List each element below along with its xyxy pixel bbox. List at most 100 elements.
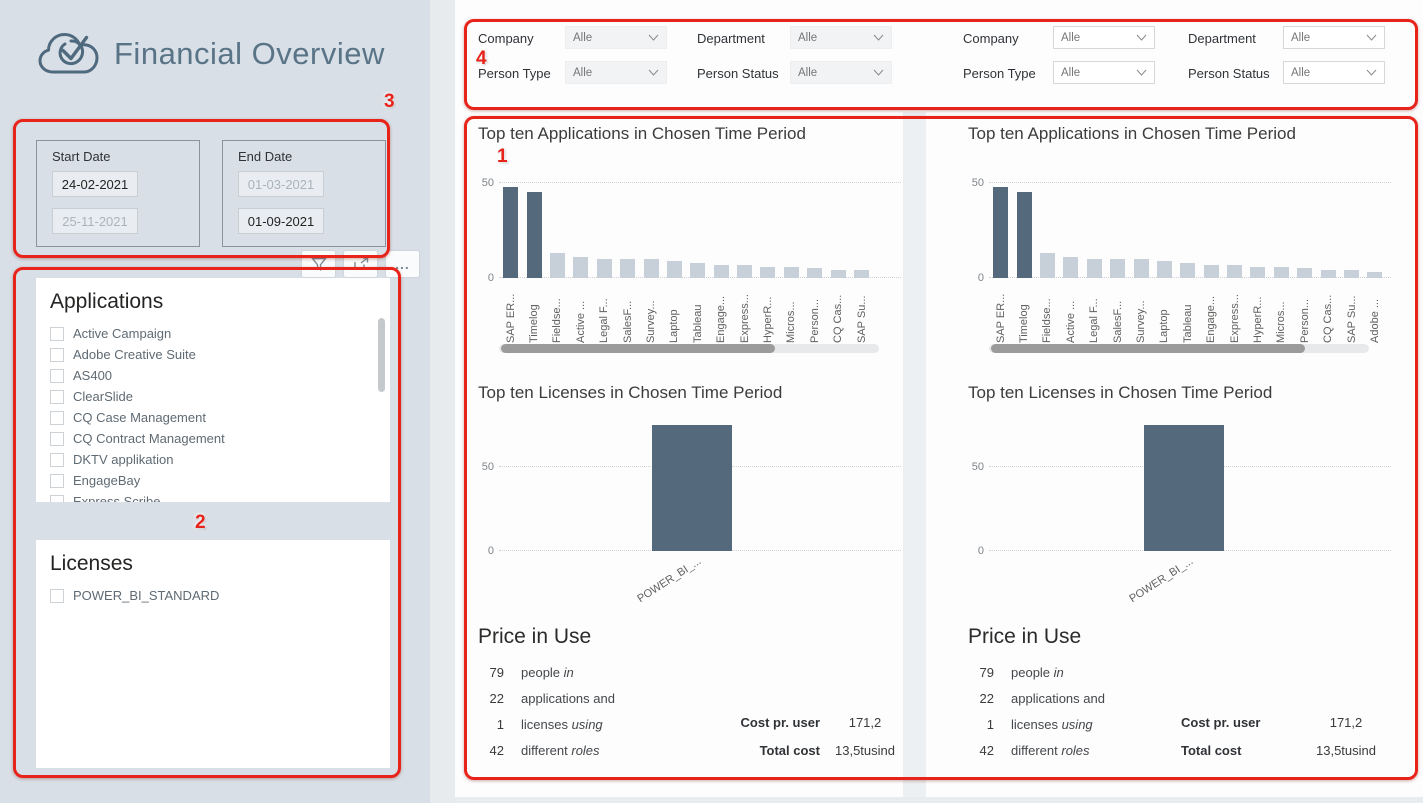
end-date-input-1[interactable]: 01-03-2021 bbox=[238, 171, 324, 197]
list-item[interactable]: EngageBay bbox=[50, 470, 380, 491]
x-axis-label: Legal F... bbox=[598, 283, 610, 343]
checkbox-icon[interactable] bbox=[50, 327, 64, 341]
x-axis-label: SAP Su... bbox=[1346, 283, 1358, 343]
bar-Legal F...[interactable] bbox=[1087, 259, 1102, 278]
bar-Adobe ...[interactable] bbox=[1367, 272, 1382, 278]
company-dropdown[interactable]: Alle bbox=[565, 26, 667, 49]
applications-title: Applications bbox=[50, 290, 380, 314]
bar-Express...[interactable] bbox=[737, 265, 752, 278]
list-item[interactable]: ClearSlide bbox=[50, 386, 380, 407]
bar-SAP ER...[interactable] bbox=[503, 187, 518, 278]
scrollbar-thumb[interactable] bbox=[991, 344, 1305, 353]
bar-Active ...[interactable] bbox=[573, 257, 588, 278]
bar-Fieldse...[interactable] bbox=[1040, 253, 1055, 278]
x-axis-label: Active ... bbox=[575, 283, 587, 343]
price-row: 22 applications and bbox=[968, 687, 1105, 709]
apps-chart-scrollbar[interactable] bbox=[499, 344, 879, 353]
start-date-slicer: Start Date 24-02-2021 25-11-2021 bbox=[36, 140, 200, 247]
bar-SalesF...[interactable] bbox=[620, 259, 635, 278]
bar-SAP Su...[interactable] bbox=[1344, 270, 1359, 278]
y-tick-50: 50 bbox=[972, 177, 984, 189]
company-filter-label: Company bbox=[478, 31, 534, 46]
list-item[interactable]: POWER_BI_STANDARD bbox=[50, 585, 380, 606]
bar-SalesF...[interactable] bbox=[1110, 259, 1125, 278]
bar-Survey...[interactable] bbox=[1134, 259, 1149, 278]
bar-POWER_BI_...[interactable] bbox=[652, 425, 732, 551]
bar-Laptop[interactable] bbox=[667, 261, 682, 278]
start-date-label: Start Date bbox=[52, 149, 111, 164]
list-item[interactable]: Active Campaign bbox=[50, 323, 380, 344]
checkbox-icon[interactable] bbox=[50, 495, 64, 503]
department-dropdown[interactable]: Alle bbox=[1283, 26, 1385, 49]
bar-Person...[interactable] bbox=[807, 268, 822, 278]
bar-Legal F...[interactable] bbox=[597, 259, 612, 278]
focus-mode-icon[interactable] bbox=[344, 251, 377, 277]
company-filter-label: Company bbox=[963, 31, 1019, 46]
list-item[interactable]: AS400 bbox=[50, 365, 380, 386]
applications-scrollbar[interactable] bbox=[378, 318, 385, 392]
price-row: 1 licenses using bbox=[968, 713, 1093, 735]
bar-POWER_BI_...[interactable] bbox=[1144, 425, 1224, 551]
bar-HyperR...[interactable] bbox=[760, 267, 775, 278]
y-tick-0: 0 bbox=[978, 272, 984, 284]
checkbox-icon[interactable] bbox=[50, 432, 64, 446]
list-item[interactable]: Adobe Creative Suite bbox=[50, 344, 380, 365]
bar-CQ Cas...[interactable] bbox=[1321, 270, 1336, 278]
bar-CQ Cas...[interactable] bbox=[831, 270, 846, 278]
bar-Tableau[interactable] bbox=[1180, 263, 1195, 278]
bar-Micros...[interactable] bbox=[784, 267, 799, 278]
checkbox-icon[interactable] bbox=[50, 453, 64, 467]
bar-HyperR...[interactable] bbox=[1250, 267, 1265, 278]
x-axis-label: Survey... bbox=[645, 283, 657, 343]
bar-SAP Su...[interactable] bbox=[854, 270, 869, 278]
bar-Timelog[interactable] bbox=[1017, 192, 1032, 278]
department-dropdown[interactable]: Alle bbox=[790, 26, 892, 49]
checkbox-icon[interactable] bbox=[50, 474, 64, 488]
bar-Person...[interactable] bbox=[1297, 268, 1312, 278]
licenses-title: Licenses bbox=[50, 552, 380, 576]
checkbox-icon[interactable] bbox=[50, 411, 64, 425]
bar-Timelog[interactable] bbox=[527, 192, 542, 278]
company-dropdown[interactable]: Alle bbox=[1053, 26, 1155, 49]
list-item[interactable]: Express Scribe bbox=[50, 491, 380, 502]
bar-Active ...[interactable] bbox=[1063, 257, 1078, 278]
person-type-dropdown[interactable]: Alle bbox=[565, 61, 667, 84]
bar-Fieldse...[interactable] bbox=[550, 253, 565, 278]
apps-chart-x-labels: SAP ER...TimelogFieldse...Active ...Lega… bbox=[499, 283, 873, 343]
list-item-label: ClearSlide bbox=[73, 389, 133, 404]
checkbox-icon[interactable] bbox=[50, 369, 64, 383]
bar-Engage...[interactable] bbox=[714, 265, 729, 278]
person-type-filter-label: Person Type bbox=[963, 66, 1036, 81]
apps-chart-scrollbar[interactable] bbox=[989, 344, 1369, 353]
bar-SAP ER...[interactable] bbox=[993, 187, 1008, 278]
x-axis-label: Engage... bbox=[1205, 283, 1217, 343]
start-date-input-1[interactable]: 24-02-2021 bbox=[52, 171, 138, 197]
filter-icon[interactable] bbox=[302, 251, 335, 277]
checkbox-icon[interactable] bbox=[50, 348, 64, 362]
checkbox-icon[interactable] bbox=[50, 390, 64, 404]
scrollbar-thumb[interactable] bbox=[501, 344, 775, 353]
person-type-dropdown[interactable]: Alle bbox=[1053, 61, 1155, 84]
list-item[interactable]: CQ Case Management bbox=[50, 407, 380, 428]
bar-Laptop[interactable] bbox=[1157, 261, 1172, 278]
person-status-filter-label: Person Status bbox=[1188, 66, 1270, 81]
chevron-down-icon bbox=[648, 34, 659, 41]
list-item[interactable]: DKTV applikation bbox=[50, 449, 380, 470]
end-date-input-2[interactable]: 01-09-2021 bbox=[238, 208, 324, 234]
bar-Tableau[interactable] bbox=[690, 263, 705, 278]
y-tick-50: 50 bbox=[482, 177, 494, 189]
apps-chart: 50 0 bbox=[963, 160, 1391, 278]
x-axis-label: Micros... bbox=[785, 283, 797, 343]
bar-Engage...[interactable] bbox=[1204, 265, 1219, 278]
person-status-dropdown[interactable]: Alle bbox=[790, 61, 892, 84]
list-item[interactable]: CQ Contract Management bbox=[50, 428, 380, 449]
start-date-input-2[interactable]: 25-11-2021 bbox=[52, 208, 138, 234]
bar-Micros...[interactable] bbox=[1274, 267, 1289, 278]
more-options-icon[interactable]: ... bbox=[386, 251, 419, 277]
y-tick-0: 0 bbox=[488, 545, 494, 557]
bar-Survey...[interactable] bbox=[644, 259, 659, 278]
person-status-dropdown[interactable]: Alle bbox=[1283, 61, 1385, 84]
bar-Express...[interactable] bbox=[1227, 265, 1242, 278]
checkbox-icon[interactable] bbox=[50, 589, 64, 603]
y-tick-0: 0 bbox=[978, 545, 984, 557]
